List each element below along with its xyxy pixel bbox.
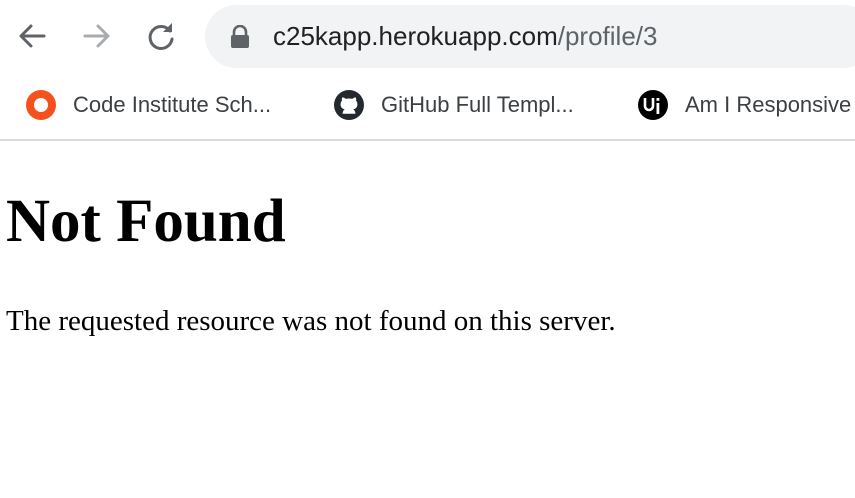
forward-button[interactable] (75, 14, 119, 58)
github-icon (333, 89, 365, 121)
page-message: The requested resource was not found on … (6, 305, 616, 337)
url-path: /profile/3 (557, 21, 658, 51)
page-heading: Not Found (6, 188, 286, 255)
arrow-right-icon (83, 24, 110, 48)
lock-icon[interactable] (229, 25, 251, 49)
url-text[interactable]: c25kapp.herokuapp.com/profile/3 (273, 19, 657, 53)
page-content: Not Found The requested resource was not… (0, 141, 855, 498)
bookmark-github-template[interactable]: GitHub Full Templ... (333, 85, 574, 125)
ui-icon (637, 89, 669, 121)
url-host: c25kapp.herokuapp.com (273, 21, 558, 51)
code-institute-icon (25, 89, 57, 121)
reload-button[interactable] (139, 14, 183, 58)
browser-toolbar: c25kapp.herokuapp.com/profile/3 (0, 0, 855, 72)
bookmark-label: Code Institute Sch... (73, 92, 272, 117)
bookmark-code-institute[interactable]: Code Institute Sch... (25, 85, 271, 125)
arrow-left-icon (19, 24, 46, 48)
browser-chrome: c25kapp.herokuapp.com/profile/3 Code Ins… (0, 0, 855, 141)
back-button[interactable] (10, 14, 54, 58)
bookmark-label: GitHub Full Templ... (381, 92, 574, 117)
reload-icon (148, 23, 174, 50)
bookmark-label: Am I Responsive (685, 92, 852, 117)
bookmarks-bar: Code Institute Sch... GitHub Full Templ.… (0, 72, 855, 139)
bookmark-am-i-responsive[interactable]: Am I Responsive (637, 85, 851, 125)
address-bar[interactable]: c25kapp.herokuapp.com/profile/3 (205, 5, 855, 68)
